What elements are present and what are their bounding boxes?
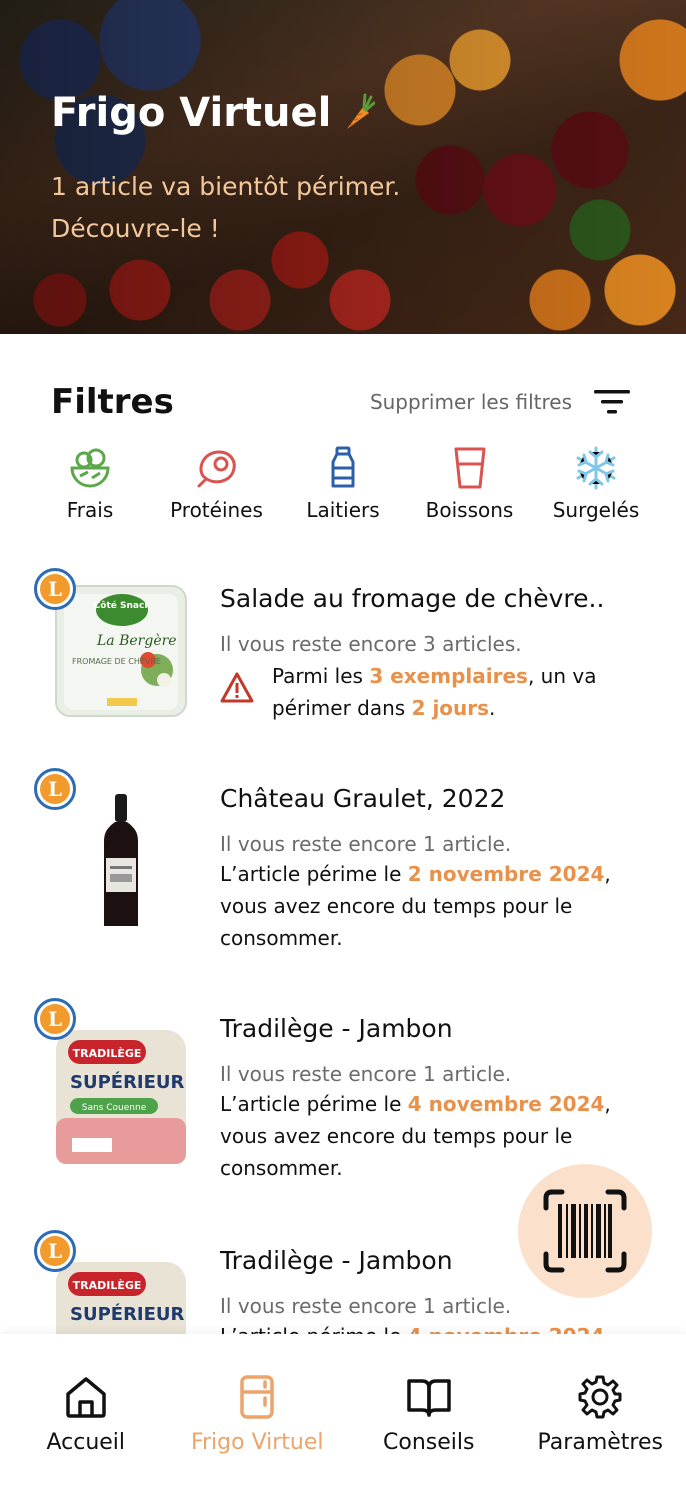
filters-title: Filtres (51, 382, 174, 422)
snowflake-icon (576, 446, 616, 490)
hero-banner: Frigo Virtuel 1 article va bientôt périm… (0, 0, 686, 334)
product-image-ham: TRADILÈGE SUPÉRIEUR Sans Couenne (56, 1030, 186, 1164)
milk-bottle-icon (331, 446, 355, 488)
hero-subtitle-line1: 1 article va bientôt périmer. (51, 172, 401, 201)
item-remaining: Il vous reste encore 1 article. (220, 1294, 512, 1318)
category-label: Protéines (170, 498, 263, 522)
warning-triangle-icon (220, 672, 254, 703)
item-remaining: Il vous reste encore 1 article. (220, 1062, 512, 1086)
item-title: Tradilège - Jambon (220, 1014, 453, 1043)
meat-icon (197, 450, 236, 488)
svg-text:TRADILÈGE: TRADILÈGE (73, 1279, 142, 1292)
store-logo: L (34, 1230, 76, 1272)
item-title: Château Graulet, 2022 (220, 784, 506, 813)
store-logo-letter: L (40, 1236, 70, 1266)
warning-text: Parmi les 3 exemplaires, un va périmer d… (272, 664, 597, 720)
home-icon (66, 1377, 106, 1418)
category-boissons[interactable]: Boissons (410, 446, 530, 522)
svg-text:FROMAGE DE CHÈVRE: FROMAGE DE CHÈVRE (72, 655, 161, 666)
nav-label: Frigo Virtuel (190, 1430, 324, 1455)
category-surgeles[interactable]: Surgelés (536, 446, 656, 522)
gear-icon (578, 1375, 622, 1419)
hero-title-text: Frigo Virtuel (51, 90, 332, 136)
svg-text:TRADILÈGE: TRADILÈGE (73, 1047, 142, 1060)
store-logo: L (34, 768, 76, 810)
item-remaining: Il vous reste encore 3 articles. (220, 632, 522, 656)
product-image-wine-bottle (104, 794, 138, 926)
hero-title: Frigo Virtuel (51, 90, 400, 136)
item-expiry-text: L’article périme le 4 novembre 2024 (220, 1320, 620, 1334)
svg-text:SUPÉRIEUR: SUPÉRIEUR (70, 1303, 185, 1325)
nav-conseils[interactable]: Conseils (354, 1374, 504, 1502)
svg-text:Côté Snack: Côté Snack (94, 600, 152, 611)
fridge-icon (240, 1375, 274, 1419)
expiry-warning: Parmi les 3 exemplaires, un va périmer d… (220, 660, 620, 724)
highlight-date: 4 novembre 2024 (407, 1092, 605, 1116)
category-label: Frais (66, 498, 114, 522)
hero-content: Frigo Virtuel 1 article va bientôt périm… (51, 90, 400, 250)
svg-text:Sans Couenne: Sans Couenne (82, 1103, 147, 1113)
category-proteines[interactable]: Protéines (157, 446, 277, 522)
product-image-ham: TRADILÈGE SUPÉRIEUR (56, 1262, 186, 1334)
filters-actions: Supprimer les filtres (370, 388, 630, 416)
nav-frigo-virtuel[interactable]: Frigo Virtuel (182, 1374, 332, 1502)
item-expiry-text: L’article périme le 2 novembre 2024, vou… (220, 862, 611, 950)
highlight-date: 4 novembre 2024 (408, 1324, 605, 1334)
svg-text:SUPÉRIEUR: SUPÉRIEUR (70, 1071, 185, 1093)
nav-accueil[interactable]: Accueil (11, 1374, 161, 1502)
filter-lines-icon[interactable] (594, 388, 630, 416)
hero-subtitle: 1 article va bientôt périmer. Découvre-l… (51, 166, 400, 250)
category-laitiers[interactable]: Laitiers (283, 446, 403, 522)
product-image-salad: Côté Snack La Bergère FROMAGE DE CHÈVRE (55, 585, 187, 717)
nav-label: Paramètres (537, 1430, 663, 1455)
clear-filters-link[interactable]: Supprimer les filtres (370, 390, 572, 414)
svg-text:La Bergère: La Bergère (96, 633, 177, 649)
store-logo: L (34, 568, 76, 610)
scan-barcode-button[interactable] (518, 1164, 652, 1298)
filters-header: Filtres Supprimer les filtres (51, 380, 630, 424)
bottom-navigation: Accueil Frigo Virtuel Conseils Paramètre… (0, 1334, 686, 1502)
category-frais[interactable]: Frais (30, 446, 150, 522)
glass-icon (454, 447, 485, 489)
book-icon (407, 1379, 451, 1417)
category-label: Boissons (425, 498, 514, 522)
highlight-count: 3 exemplaires (369, 664, 528, 688)
item-title: Salade au fromage de chèvre.. (220, 584, 605, 613)
nav-parametres[interactable]: Paramètres (525, 1374, 675, 1502)
category-label: Laitiers (306, 498, 380, 522)
salad-bowl-icon (70, 448, 110, 488)
store-logo: L (34, 998, 76, 1040)
highlight-date: 2 novembre 2024 (407, 862, 605, 886)
store-logo-letter: L (40, 1004, 70, 1034)
item-remaining: Il vous reste encore 1 article. (220, 832, 512, 856)
store-logo-letter: L (40, 574, 70, 604)
hero-subtitle-line2: Découvre-le ! (51, 214, 220, 243)
nav-label: Conseils (383, 1430, 475, 1455)
carrot-icon (347, 93, 376, 129)
category-filters: Frais Protéines Laitiers Boissons Surgel… (30, 446, 656, 522)
category-label: Surgelés (552, 498, 640, 522)
barcode-scan-icon (543, 1189, 627, 1273)
nav-label: Accueil (46, 1430, 126, 1455)
item-title: Tradilège - Jambon (220, 1246, 453, 1275)
highlight-days: 2 jours (411, 696, 490, 720)
store-logo-letter: L (40, 774, 70, 804)
